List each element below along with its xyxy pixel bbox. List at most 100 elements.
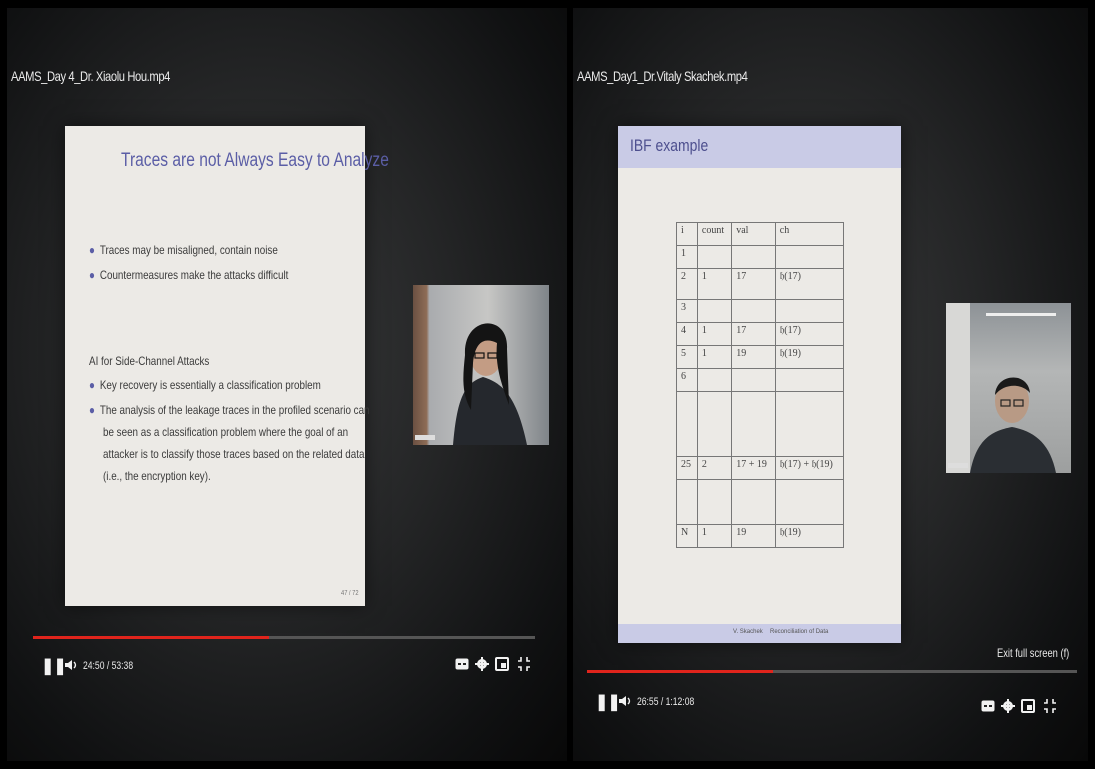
fullscreen-icon[interactable] xyxy=(517,656,531,672)
slide-footer-author: V. Skachek xyxy=(733,629,763,635)
table-cell: 5 xyxy=(676,345,698,369)
table-cell xyxy=(731,479,776,525)
slide-bullet-continuation: (i.e., the encryption key). xyxy=(103,469,211,483)
captions-icon[interactable] xyxy=(981,700,995,712)
table-cell: 1 xyxy=(696,524,733,548)
table-cell: 4 xyxy=(676,322,698,346)
table-cell: 𝔥(19) xyxy=(774,345,845,369)
table-cell: 𝔥(17) xyxy=(774,322,845,346)
table-cell: 1 xyxy=(696,322,733,346)
table-cell: 2 xyxy=(696,456,733,480)
person-figure xyxy=(415,323,527,445)
slide-bullet: ● Traces may be misaligned, contain noise xyxy=(89,243,278,257)
volume-icon[interactable] xyxy=(63,658,79,672)
volume-icon[interactable] xyxy=(617,694,633,708)
table-cell: 17 + 19 xyxy=(731,456,776,480)
slide-footer-title: Reconciliation of Data xyxy=(770,629,829,635)
table-row: 2 1 17 𝔥(17) xyxy=(676,268,845,300)
table-cell xyxy=(696,479,733,525)
table-cell: 6 xyxy=(676,368,698,392)
exit-fullscreen-tooltip: Exit full screen (f) xyxy=(997,646,1070,660)
table-cell: 1 xyxy=(696,345,733,369)
table-row: 5 1 19 𝔥(19) xyxy=(676,345,845,369)
slide-heading: Traces are not Always Easy to Analyze xyxy=(121,150,389,171)
table-cell: 3 xyxy=(676,299,698,323)
slide-section-title: AI for Side-Channel Attacks xyxy=(89,354,210,368)
table-header-row: i count val ch xyxy=(676,222,845,246)
table-cell: 𝔥(19) xyxy=(774,524,845,548)
screenshot-frame: AAMS_Day 4_Dr. Xiaolu Hou.mp4 Traces are… xyxy=(0,0,1095,769)
table-cell xyxy=(676,479,698,525)
table-cell: 1 xyxy=(696,268,733,300)
slide-bullet: ● Countermeasures make the attacks diffic… xyxy=(89,268,289,282)
progress-bar[interactable] xyxy=(587,670,1077,673)
slide-footer-bar: V. Skachek Reconciliation of Data xyxy=(618,624,901,643)
table-row: 3 xyxy=(676,299,845,323)
table-header-cell: count xyxy=(696,222,733,246)
table-cell: 𝔥(17) xyxy=(774,268,845,300)
table-cell: 𝔥(17) + 𝔥(19) xyxy=(774,456,845,480)
video-title: AAMS_Day1_Dr.Vitaly Skachek.mp4 xyxy=(577,68,748,84)
presentation-slide: Traces are not Always Easy to Analyze ● T… xyxy=(65,126,389,606)
webcam-feed xyxy=(413,285,549,445)
miniplayer-icon[interactable] xyxy=(495,657,509,671)
slide-heading: IBF example xyxy=(630,136,709,155)
progress-bar[interactable] xyxy=(33,636,535,639)
table-cell: 1 xyxy=(676,245,698,269)
table-cell: 19 xyxy=(731,524,776,548)
table-cell xyxy=(731,299,776,323)
table-cell: N xyxy=(676,524,698,548)
table-cell xyxy=(696,368,733,392)
table-cell xyxy=(696,391,733,457)
settings-gear-icon[interactable] xyxy=(1001,699,1015,713)
table-cell xyxy=(774,479,845,525)
table-cell: 17 xyxy=(731,322,776,346)
table-cell xyxy=(731,368,776,392)
progress-bar-played xyxy=(587,670,774,673)
fullscreen-icon[interactable] xyxy=(1043,698,1057,714)
table-cell xyxy=(774,299,845,323)
table-header-cell: val xyxy=(731,222,776,246)
time-display: 24:50 / 53:38 xyxy=(83,660,134,672)
bullet-icon: ● xyxy=(89,268,95,282)
table-row xyxy=(676,391,845,457)
table-cell xyxy=(731,391,776,457)
table-cell: 2 xyxy=(676,268,698,300)
table-cell: 17 xyxy=(731,268,776,300)
table-cell xyxy=(676,391,698,457)
ibf-table: i count val ch 1 2 1 17 𝔥(17) 3 4 1 17 𝔥(17) 5 1 19 𝔥(19)… xyxy=(676,222,845,548)
person-figure xyxy=(946,303,1056,473)
bullet-icon: ● xyxy=(89,378,95,392)
slide-bullet-continuation: be seen as a classification problem wher… xyxy=(103,425,349,439)
slide-bullet: ● Key recovery is essentially a classific… xyxy=(89,378,321,392)
slide-bullet-continuation: attacker is to classify those traces bas… xyxy=(103,447,365,461)
table-header-cell: ch xyxy=(774,222,845,246)
webcam-feed xyxy=(946,303,1071,473)
slide-page-number: 47 / 72 xyxy=(341,590,359,597)
bullet-icon: ● xyxy=(89,243,95,257)
table-row: 1 xyxy=(676,245,845,269)
table-row: N 1 19 𝔥(19) xyxy=(676,524,845,548)
progress-bar-played xyxy=(33,636,269,639)
video-player-right[interactable]: AAMS_Day1_Dr.Vitaly Skachek.mp4 IBF exam… xyxy=(573,8,1088,761)
settings-gear-icon[interactable] xyxy=(475,657,489,671)
table-cell xyxy=(774,245,845,269)
table-cell xyxy=(696,245,733,269)
table-cell: 19 xyxy=(731,345,776,369)
time-display: 26:55 / 1:12:08 xyxy=(637,696,695,708)
video-player-left[interactable]: AAMS_Day 4_Dr. Xiaolu Hou.mp4 Traces are… xyxy=(7,8,567,761)
table-row: 4 1 17 𝔥(17) xyxy=(676,322,845,346)
bullet-icon: ● xyxy=(89,403,95,417)
table-cell: 25 xyxy=(676,456,698,480)
captions-icon[interactable] xyxy=(455,658,469,670)
table-cell xyxy=(731,245,776,269)
table-row: 25 2 17 + 19 𝔥(17) + 𝔥(19) xyxy=(676,456,845,480)
presentation-slide: IBF example i count val ch 1 2 1 17 𝔥(17) 3 4 1 17 𝔥(… xyxy=(618,126,901,643)
video-title: AAMS_Day 4_Dr. Xiaolu Hou.mp4 xyxy=(11,68,170,84)
table-cell xyxy=(774,368,845,392)
table-row: 6 xyxy=(676,368,845,392)
miniplayer-icon[interactable] xyxy=(1021,699,1035,713)
table-cell xyxy=(696,299,733,323)
table-cell xyxy=(774,391,845,457)
slide-bullet: ● The analysis of the leakage traces in t… xyxy=(89,403,370,417)
